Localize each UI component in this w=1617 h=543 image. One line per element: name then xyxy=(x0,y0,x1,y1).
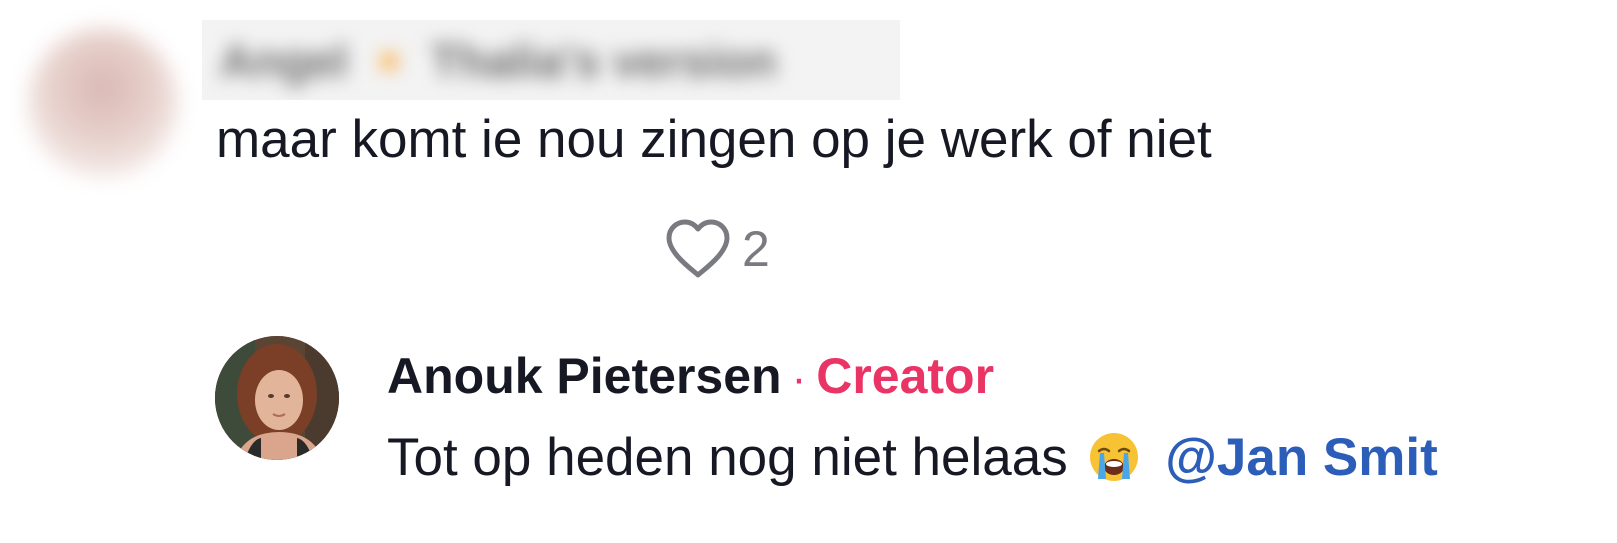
parent-comment-text: maar komt ie nou zingen op je werk of ni… xyxy=(216,110,1212,169)
avatar-photo xyxy=(215,336,339,460)
parent-comment-username-text: Angel 🔸 Thalia's version xyxy=(220,35,777,87)
reply-separator: · xyxy=(791,354,807,403)
loudly-crying-face-icon xyxy=(1090,433,1139,481)
creator-badge: Creator xyxy=(816,348,995,404)
mention-link[interactable]: @Jan Smit xyxy=(1165,428,1438,487)
reply-text: Tot op heden nog niet helaas @Jan Smit xyxy=(387,426,1438,490)
reply-body: Tot op heden nog niet helaas xyxy=(387,428,1068,487)
reply-author-name[interactable]: Anouk Pietersen xyxy=(387,348,782,404)
reply-author-avatar[interactable] xyxy=(215,336,339,460)
like-button[interactable]: 2 xyxy=(664,218,770,280)
parent-comment-username[interactable]: Angel 🔸 Thalia's version xyxy=(202,20,900,100)
like-count: 2 xyxy=(742,221,770,277)
reply-header: Anouk Pietersen · Creator xyxy=(387,346,994,419)
heart-icon[interactable] xyxy=(664,218,732,280)
parent-comment-avatar[interactable] xyxy=(28,28,178,178)
